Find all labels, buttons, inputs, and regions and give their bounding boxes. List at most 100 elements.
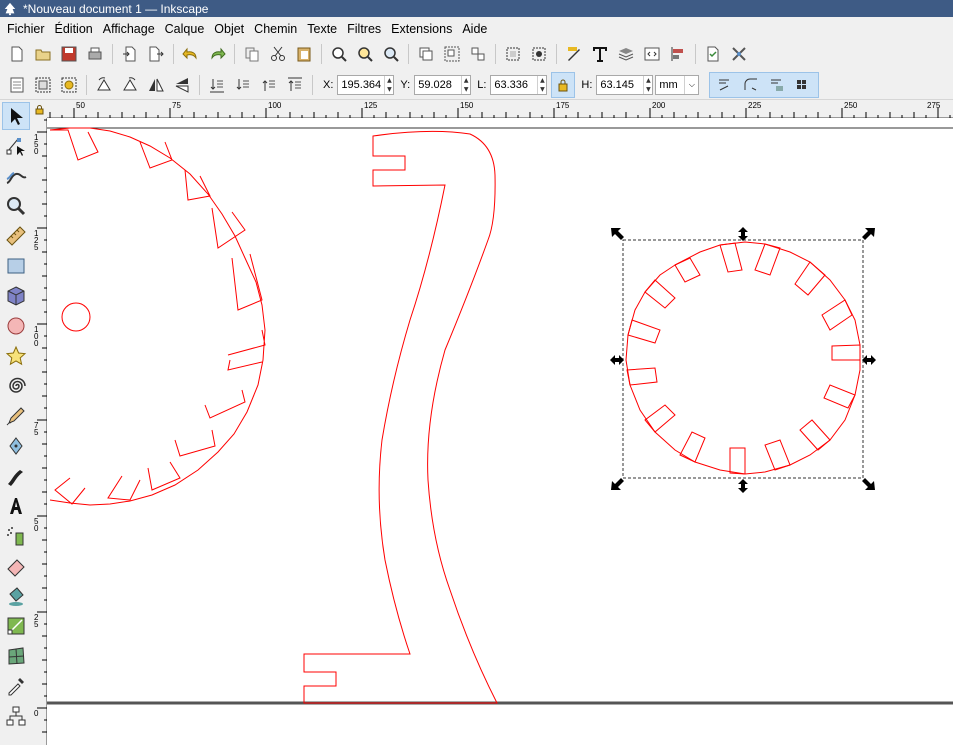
preferences-button[interactable]	[728, 43, 750, 65]
spin-up-icon[interactable]: ▲	[644, 76, 652, 85]
star-tool[interactable]	[2, 342, 30, 370]
scale-stroke-button[interactable]	[714, 74, 736, 96]
raise-button[interactable]	[258, 74, 280, 96]
cut-button[interactable]	[267, 43, 289, 65]
horizontal-ruler[interactable]: 50 75 100 125 150 175 200 225 250 275	[47, 100, 953, 118]
y-input[interactable]	[415, 75, 462, 94]
width-input[interactable]	[491, 75, 538, 94]
spiral-tool[interactable]	[2, 372, 30, 400]
resize-handle-top-icon[interactable]	[738, 227, 748, 241]
deselect-button[interactable]	[58, 74, 80, 96]
menu-filtres[interactable]: Filtres	[342, 22, 386, 36]
x-spin-arrows[interactable]: ▲ ▼	[384, 75, 393, 94]
export-button[interactable]	[145, 43, 167, 65]
text-tool[interactable]	[2, 492, 30, 520]
zoom-tool[interactable]	[2, 192, 30, 220]
lower-to-bottom-button[interactable]	[206, 74, 228, 96]
width-spin-arrows[interactable]: ▲ ▼	[537, 75, 546, 94]
undo-button[interactable]	[180, 43, 202, 65]
rotate-ccw-button[interactable]	[93, 74, 115, 96]
menu-objet[interactable]: Objet	[209, 22, 249, 36]
mesh-tool[interactable]	[2, 642, 30, 670]
align-button[interactable]	[667, 43, 689, 65]
menu-chemin[interactable]: Chemin	[249, 22, 302, 36]
spin-up-icon[interactable]: ▲	[462, 76, 470, 85]
x-spinbox[interactable]: ▲▼	[337, 74, 395, 95]
duplicate-button[interactable]	[415, 43, 437, 65]
gradient-tool[interactable]	[2, 612, 30, 640]
print-button[interactable]	[84, 43, 106, 65]
fill-stroke-button[interactable]	[563, 43, 585, 65]
selector-tool[interactable]	[2, 102, 30, 130]
new-document-button[interactable]	[6, 43, 28, 65]
group-button[interactable]	[441, 43, 463, 65]
layers-button[interactable]	[615, 43, 637, 65]
small-ring-path[interactable]	[625, 241, 861, 475]
ungroup-button[interactable]	[467, 43, 489, 65]
paint-bucket-tool[interactable]	[2, 582, 30, 610]
resize-handle-bottom-icon[interactable]	[738, 479, 748, 493]
menu-affichage[interactable]: Affichage	[98, 22, 160, 36]
hook-path[interactable]	[303, 130, 498, 704]
spin-up-icon[interactable]: ▲	[538, 76, 546, 85]
pencil-tool[interactable]	[2, 402, 30, 430]
y-spin-arrows[interactable]: ▲ ▼	[461, 75, 470, 94]
menu-calque[interactable]: Calque	[160, 22, 210, 36]
width-spinbox[interactable]: ▲▼	[490, 74, 548, 95]
ellipse-tool[interactable]	[2, 312, 30, 340]
paste-button[interactable]	[293, 43, 315, 65]
spin-down-icon[interactable]: ▼	[644, 85, 652, 94]
transform-gradients-button[interactable]	[766, 74, 788, 96]
menu-edition[interactable]: Édition	[50, 22, 98, 36]
zoom-drawing-button[interactable]	[354, 43, 376, 65]
spray-tool[interactable]	[2, 522, 30, 550]
xml-editor-button[interactable]	[641, 43, 663, 65]
unit-select[interactable]: mm ⌵	[655, 74, 700, 95]
resize-handle-top-right-icon[interactable]	[862, 228, 875, 240]
tweak-tool[interactable]	[2, 162, 30, 190]
drawing-canvas[interactable]	[47, 118, 953, 745]
flip-horizontal-button[interactable]	[145, 74, 167, 96]
spin-down-icon[interactable]: ▼	[385, 85, 393, 94]
large-gear-path[interactable]	[49, 127, 266, 506]
save-button[interactable]	[58, 43, 80, 65]
lock-ratio-button[interactable]	[551, 71, 576, 98]
connector-tool[interactable]	[2, 702, 30, 730]
gear-center-hole[interactable]	[61, 302, 91, 332]
resize-handle-left-icon[interactable]	[610, 355, 624, 365]
y-spinbox[interactable]: ▲▼	[414, 74, 472, 95]
spin-down-icon[interactable]: ▼	[462, 85, 470, 94]
copy-button[interactable]	[241, 43, 263, 65]
height-input[interactable]	[597, 75, 644, 94]
node-editor-button[interactable]	[502, 43, 524, 65]
transform-patterns-button[interactable]	[792, 74, 814, 96]
open-button[interactable]	[32, 43, 54, 65]
menu-extensions[interactable]: Extensions	[386, 22, 457, 36]
height-spin-arrows[interactable]: ▲ ▼	[643, 75, 652, 94]
select-all-button[interactable]	[6, 74, 28, 96]
menu-aide[interactable]: Aide	[457, 22, 492, 36]
lower-button[interactable]	[232, 74, 254, 96]
rotate-cw-button[interactable]	[119, 74, 141, 96]
3d-box-tool[interactable]	[2, 282, 30, 310]
text-button[interactable]	[589, 43, 611, 65]
clone-button[interactable]	[528, 43, 550, 65]
dropper-tool[interactable]	[2, 672, 30, 700]
vertical-ruler[interactable]: 150 125 100 75 50 25 0	[32, 118, 47, 745]
spin-down-icon[interactable]: ▼	[538, 85, 546, 94]
import-button[interactable]	[119, 43, 141, 65]
menu-fichier[interactable]: Fichier	[2, 22, 50, 36]
document-properties-button[interactable]	[702, 43, 724, 65]
select-all-layers-button[interactable]	[32, 74, 54, 96]
pen-tool[interactable]	[2, 432, 30, 460]
eraser-tool[interactable]	[2, 552, 30, 580]
resize-handle-right-icon[interactable]	[862, 355, 876, 365]
flip-vertical-button[interactable]	[171, 74, 193, 96]
resize-handle-bottom-left-icon[interactable]	[611, 478, 624, 490]
resize-handle-top-left-icon[interactable]	[611, 228, 624, 240]
zoom-selection-button[interactable]	[328, 43, 350, 65]
scale-corners-button[interactable]	[740, 74, 762, 96]
node-tool[interactable]	[2, 132, 30, 160]
rectangle-tool[interactable]	[2, 252, 30, 280]
height-spinbox[interactable]: ▲▼	[596, 74, 654, 95]
